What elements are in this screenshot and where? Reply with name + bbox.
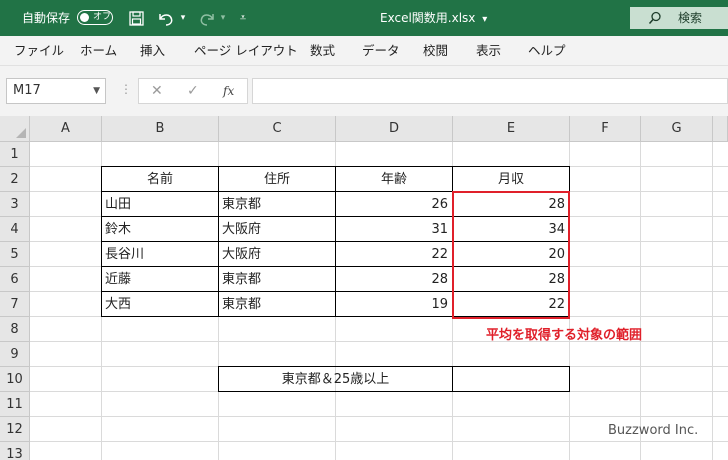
table-header-name[interactable]: 名前 — [101, 166, 219, 192]
column-header-g[interactable]: G — [641, 116, 713, 142]
undo-icon[interactable] — [155, 0, 177, 36]
autosave-toggle[interactable]: オフ — [77, 10, 113, 25]
row-header-6[interactable]: 6 — [0, 267, 30, 292]
table-cell-address[interactable]: 東京都 — [218, 291, 336, 317]
table-cell-address[interactable]: 東京都 — [218, 266, 336, 292]
name-box-value: M17 — [13, 83, 41, 98]
table-cell-address[interactable]: 大阪府 — [218, 216, 336, 242]
row-header-5[interactable]: 5 — [0, 242, 30, 267]
ribbon-tabs: ファイル ホーム 挿入 ページ レイアウト 数式 データ 校閲 表示 ヘルプ — [0, 36, 728, 66]
tab-view[interactable]: 表示 — [476, 36, 501, 65]
redo-icon[interactable] — [196, 0, 218, 36]
watermark: Buzzword Inc. — [608, 423, 699, 438]
table-cell-address[interactable]: 東京都 — [218, 191, 336, 217]
column-header-d[interactable]: D — [336, 116, 453, 142]
column-header-f[interactable]: F — [570, 116, 641, 142]
enter-icon[interactable]: ✓ — [187, 79, 199, 103]
table-cell-age[interactable]: 22 — [335, 241, 453, 267]
workbook-filename[interactable]: Excel関数用.xlsx ▾ — [380, 0, 487, 36]
table-cell-income[interactable]: 34 — [452, 216, 570, 242]
formula-input[interactable] — [252, 78, 728, 104]
row-header-2[interactable]: 2 — [0, 167, 30, 192]
formula-bar: M17 ▼ ⋮ ✕ ✓ fx — [0, 66, 728, 116]
tab-data[interactable]: データ — [362, 36, 400, 65]
tab-page-layout[interactable]: ページ レイアウト — [194, 36, 298, 65]
worksheet: A B C D E F G 1 2 3 4 5 6 7 8 9 10 11 12… — [0, 116, 728, 460]
table-cell-income[interactable]: 20 — [452, 241, 570, 267]
table-cell-income[interactable]: 22 — [452, 291, 570, 317]
table-cell-age[interactable]: 28 — [335, 266, 453, 292]
row-header-10[interactable]: 10 — [0, 367, 30, 392]
tab-insert[interactable]: 挿入 — [140, 36, 165, 65]
undo-dropdown-icon[interactable]: ▾ — [178, 0, 188, 36]
search-icon — [648, 7, 662, 29]
formula-bar-separator: ⋮ — [120, 82, 132, 96]
tab-formulas[interactable]: 数式 — [310, 36, 335, 65]
search-box[interactable]: 検索 — [630, 7, 728, 29]
table-cell-age[interactable]: 19 — [335, 291, 453, 317]
save-icon[interactable] — [126, 0, 146, 36]
gridline — [30, 392, 728, 417]
name-box[interactable]: M17 ▼ — [6, 78, 106, 104]
row-header-4[interactable]: 4 — [0, 217, 30, 242]
filename-text: Excel関数用.xlsx — [380, 11, 476, 25]
table-cell-name[interactable]: 長谷川 — [101, 241, 219, 267]
table-header-address[interactable]: 住所 — [218, 166, 336, 192]
table-cell-age[interactable]: 26 — [335, 191, 453, 217]
table-cell-income[interactable]: 28 — [452, 191, 570, 217]
name-box-dropdown-icon[interactable]: ▼ — [93, 79, 100, 103]
select-all-triangle-icon — [16, 128, 26, 138]
select-all-button[interactable] — [0, 116, 30, 142]
filename-dropdown-icon: ▾ — [482, 14, 488, 25]
search-label: 検索 — [678, 11, 703, 25]
column-header-e[interactable]: E — [453, 116, 570, 142]
insert-function-icon[interactable]: fx — [223, 79, 234, 103]
tab-home[interactable]: ホーム — [80, 36, 117, 65]
range-annotation: 平均を取得する対象の範囲 — [486, 328, 643, 343]
row-header-13[interactable]: 13 — [0, 442, 30, 460]
formula-buttons: ✕ ✓ fx — [138, 78, 248, 104]
table-cell-name[interactable]: 鈴木 — [101, 216, 219, 242]
redo-dropdown-icon[interactable]: ▾ — [218, 0, 228, 36]
row-header-8[interactable]: 8 — [0, 317, 30, 342]
row-header-1[interactable]: 1 — [0, 142, 30, 167]
row-header-3[interactable]: 3 — [0, 192, 30, 217]
table-cell-age[interactable]: 31 — [335, 216, 453, 242]
title-bar: 自動保存 オフ ▾ ▾ ⩡ Excel関数用.xlsx ▾ 検索 — [0, 0, 728, 36]
cancel-icon[interactable]: ✕ — [151, 79, 163, 103]
tab-review[interactable]: 校閲 — [423, 36, 448, 65]
table-cell-name[interactable]: 大西 — [101, 291, 219, 317]
condition-label-cell[interactable]: 東京都＆25歳以上 — [218, 366, 453, 392]
customize-qat-icon[interactable]: ⩡ — [236, 0, 250, 36]
row-header-9[interactable]: 9 — [0, 342, 30, 367]
row-header-12[interactable]: 12 — [0, 417, 30, 442]
toggle-knob — [80, 13, 89, 22]
table-header-income[interactable]: 月収 — [452, 166, 570, 192]
table-cell-name[interactable]: 近藤 — [101, 266, 219, 292]
table-header-age[interactable]: 年齢 — [335, 166, 453, 192]
tab-help[interactable]: ヘルプ — [528, 36, 566, 65]
gridline — [30, 142, 728, 167]
gridline — [30, 442, 728, 460]
column-header-c[interactable]: C — [219, 116, 336, 142]
autosave-toggle-state: オフ — [93, 12, 112, 22]
row-header-11[interactable]: 11 — [0, 392, 30, 417]
table-cell-income[interactable]: 28 — [452, 266, 570, 292]
table-cell-address[interactable]: 大阪府 — [218, 241, 336, 267]
column-header-partial[interactable] — [713, 116, 728, 142]
column-header-b[interactable]: B — [102, 116, 219, 142]
condition-result-cell[interactable] — [452, 366, 570, 392]
row-header-7[interactable]: 7 — [0, 292, 30, 317]
table-cell-name[interactable]: 山田 — [101, 191, 219, 217]
autosave-label: 自動保存 — [22, 11, 71, 25]
column-header-a[interactable]: A — [30, 116, 102, 142]
tab-file[interactable]: ファイル — [14, 36, 64, 65]
